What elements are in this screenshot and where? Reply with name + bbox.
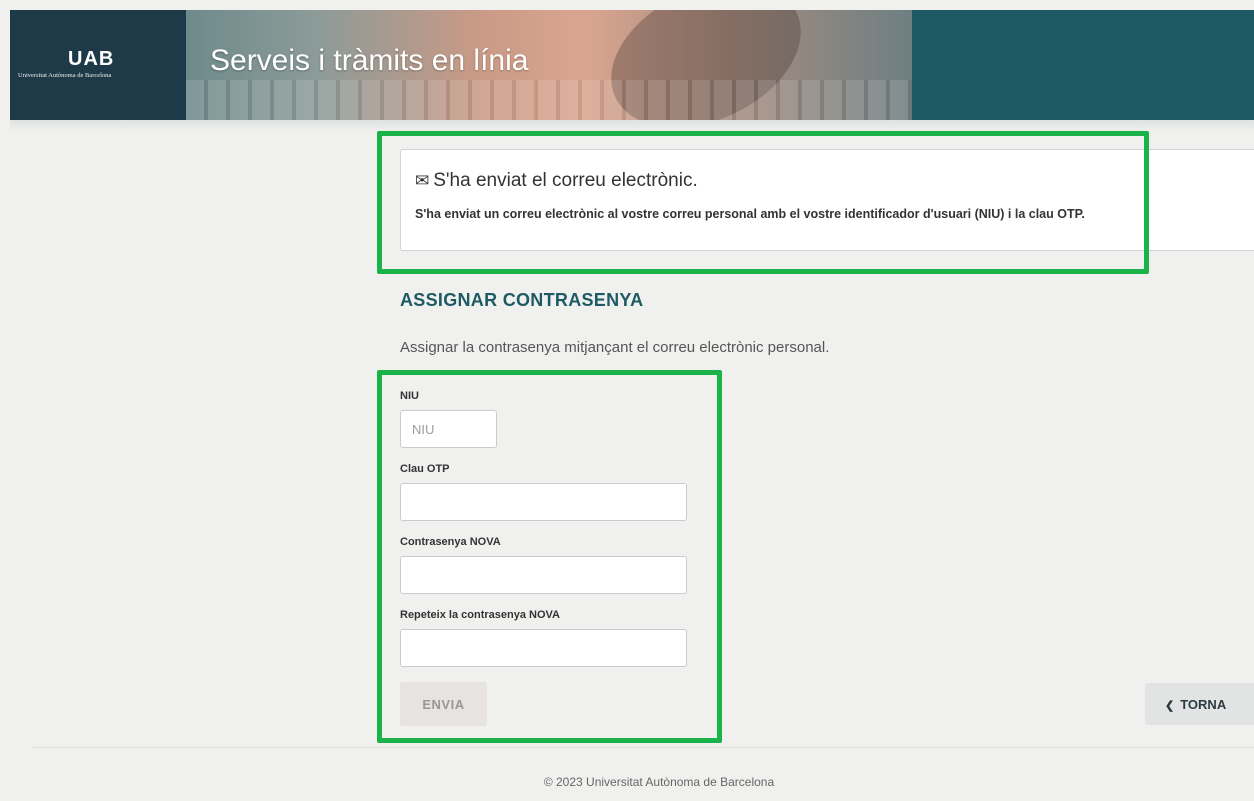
form-highlight-frame [377, 370, 722, 743]
site-header: UAB Universitat Autònoma de Barcelona Se… [10, 10, 1254, 120]
footer-divider [32, 747, 1254, 748]
logo-subtitle: Universitat Autònoma de Barcelona [18, 72, 112, 79]
chevron-left-icon: ❮ [1165, 699, 1175, 712]
back-button-label: TORNA [1180, 696, 1227, 712]
uab-logo[interactable]: UAB Universitat Autònoma de Barcelona [10, 10, 186, 120]
logo-mark: UAB [68, 48, 115, 70]
footer-copyright: © 2023 Universitat Autònoma de Barcelona [543, 775, 775, 789]
alert-highlight-frame [377, 131, 1149, 274]
page-title: Serveis i tràmits en línia [210, 44, 529, 77]
header-right-panel [912, 10, 1254, 120]
back-button[interactable]: ❮ TORNA [1145, 683, 1254, 725]
section-description: Assignar la contrasenya mitjançant el co… [400, 339, 830, 356]
section-title: ASSIGNAR CONTRASENYA [400, 290, 644, 310]
